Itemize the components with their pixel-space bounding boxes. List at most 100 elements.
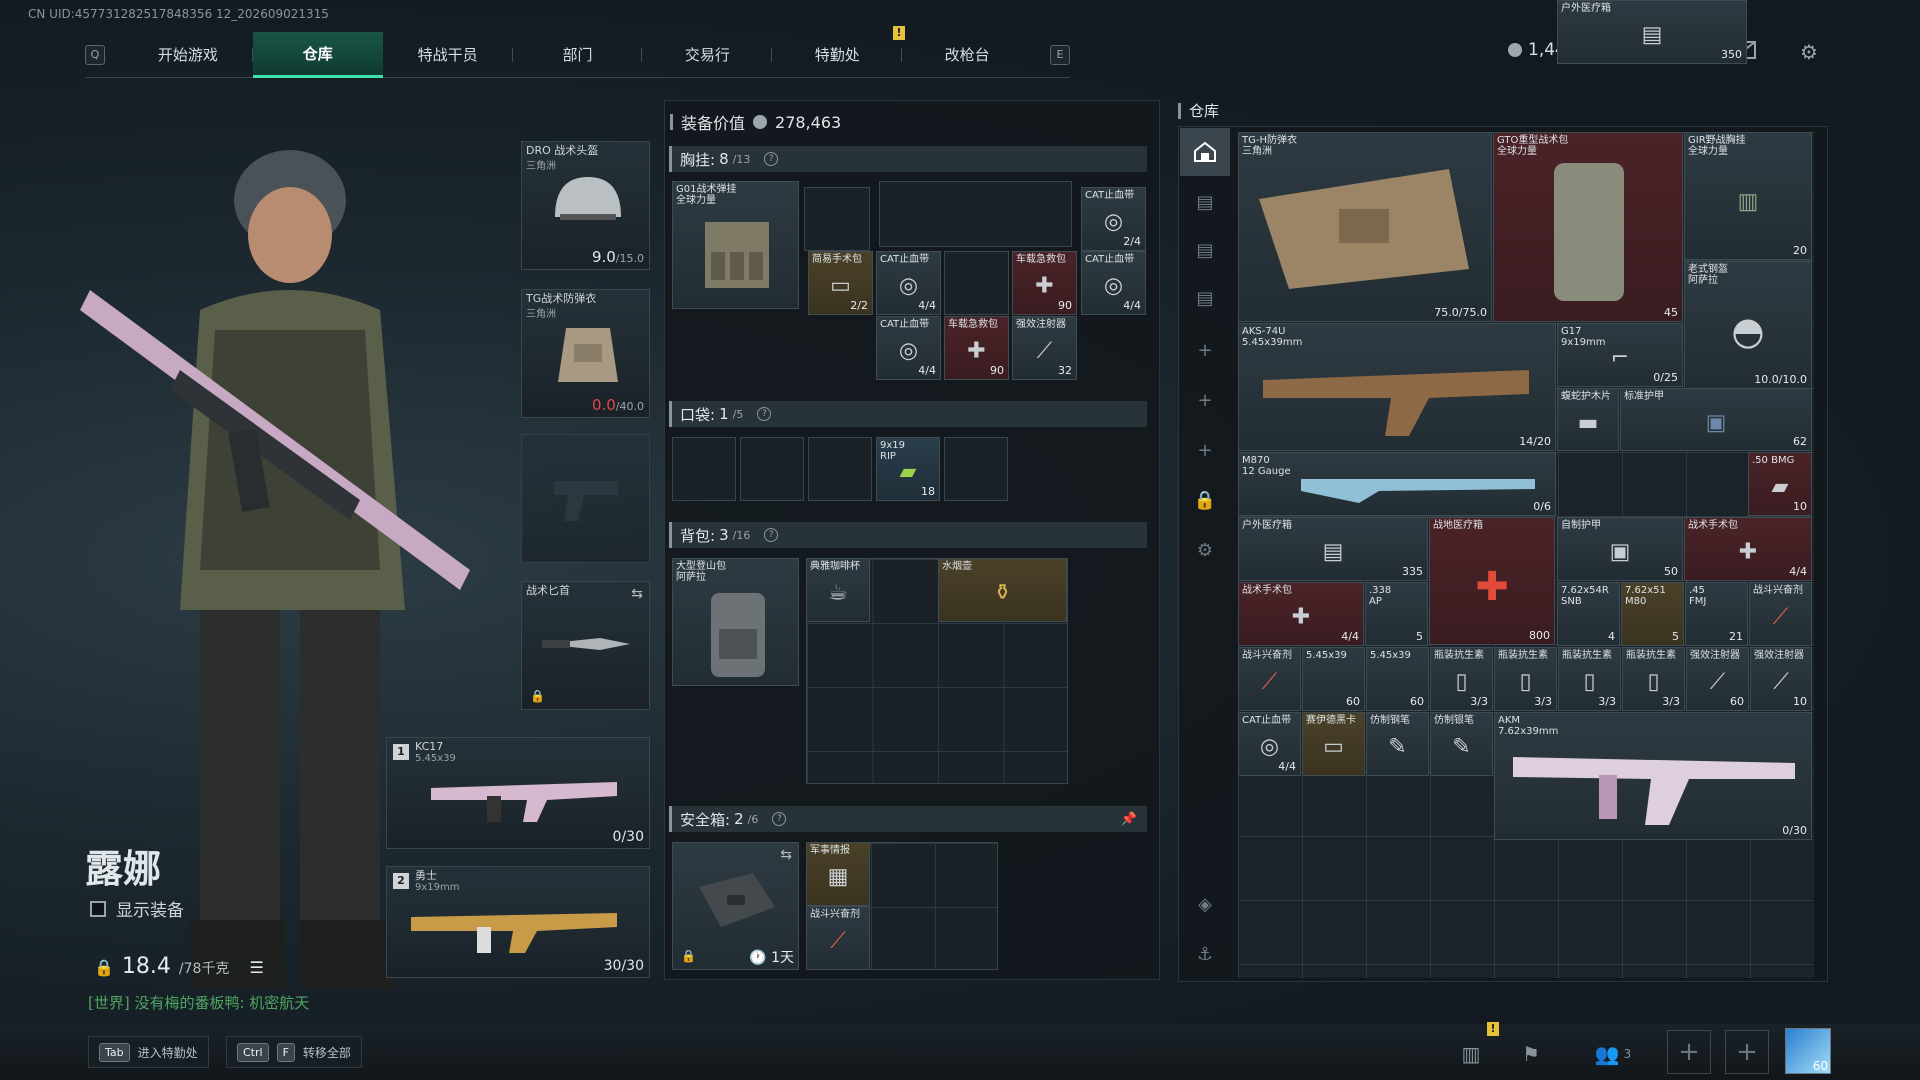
add-stash-tab-icon[interactable]: + [1180,376,1230,424]
player-avatar[interactable]: 60 [1785,1028,1831,1074]
secondary-weapon-slot[interactable]: 2 勇士 9x19mm 30/30 [386,866,650,978]
settings-gear-icon[interactable]: ⚙ [1796,40,1822,64]
help-icon[interactable]: ? [764,152,779,166]
stash-tab-2[interactable]: ▤ [1180,178,1230,226]
help-icon[interactable]: ? [757,407,772,421]
chest-rig-item[interactable]: G01战术弹挂 全球力量 [672,181,799,309]
stash-item[interactable]: 7.62x54R SNB 4 [1557,582,1620,646]
chest-item[interactable]: 车载急救包 ✚ 90 [944,316,1009,380]
stash-item[interactable]: .338 AP 5 [1365,582,1428,646]
layers-icon[interactable]: ◈ [1180,880,1230,928]
safebox-intel-item[interactable]: 军事情报 ▦ [806,842,870,906]
stash-item[interactable]: 瓶装抗生素 ▯ 3/3 [1494,647,1557,711]
lock-icon[interactable]: 🔒 [1180,476,1230,524]
stash-item[interactable]: .45 FMJ 21 [1685,582,1748,646]
stash-item[interactable]: CAT止血带 ◎ 4/4 [1238,712,1301,776]
pocket-slot[interactable] [672,437,736,501]
stash-item[interactable]: 标准护甲 ▣ 62 [1620,388,1812,451]
add-stash-tab-icon[interactable]: + [1180,326,1230,374]
stash-item[interactable]: M870 12 Gauge 0/6 [1238,452,1556,516]
chest-item[interactable]: CAT止血带 ◎ 4/4 [876,251,941,315]
stash-item[interactable]: 战术手术包 ✚ 4/4 [1684,517,1812,581]
add-stash-tab-icon[interactable]: + [1180,426,1230,474]
stash-settings-gear-icon[interactable]: ⚙ [1180,526,1230,574]
flag-icon[interactable]: ⚑ [1508,1034,1554,1074]
stats-chart-icon[interactable]: ▥ [1448,1034,1494,1074]
stash-item[interactable]: 瓶装抗生素 ▯ 3/3 [1558,647,1621,711]
stash-item[interactable]: 强效注射器 ⟋ 10 [1750,647,1812,711]
enter-special-service-hint[interactable]: Tab 进入特勤处 [88,1036,209,1068]
empty-slot-wide[interactable] [879,181,1072,247]
pocket-slot[interactable] [944,437,1008,501]
backpack-item[interactable]: 大型登山包 阿萨拉 [672,558,799,686]
sort-icon[interactable]: ⚓ [1180,930,1230,978]
chest-item[interactable]: 车载急救包 ✚ 90 [1012,251,1077,315]
help-icon[interactable]: ? [772,812,787,826]
swap-icon[interactable]: ⇆ [780,847,792,863]
backpack-pot-item[interactable]: 水烟壶 ⚱ [938,558,1067,622]
safebox-stim-item[interactable]: 战斗兴奋剂 ⟋ [806,906,870,970]
knife-slot[interactable]: 战术匕首 ⇆ 🔒 [521,581,650,710]
stash-item[interactable]: 战斗兴奋剂 ⟋ [1749,582,1812,646]
chest-item[interactable]: 简易手术包 ▭ 2/2 [808,251,873,315]
tab-department[interactable]: 部门 [513,32,643,78]
transfer-all-hint[interactable]: Ctrl F 转移全部 [226,1036,362,1068]
swap-icon[interactable]: ⇆ [631,586,643,602]
stash-item[interactable]: 瓶装抗生素 ▯ 3/3 [1622,647,1685,711]
stash-item[interactable]: 7.62x51 M80 5 [1621,582,1684,646]
stash-item[interactable]: 5.45x39 60 [1366,647,1429,711]
stash-item[interactable]: GTO重型战术包 全球力量 45 [1493,132,1683,322]
armor-slot[interactable]: TG战术防弹衣 三角洲 0.0/40.0 [521,289,650,418]
tab-operators[interactable]: 特战干员 [383,32,513,78]
stash-item[interactable]: 强效注射器 ⟋ 60 [1686,647,1749,711]
pocket-slot[interactable] [740,437,804,501]
invite-slot-button[interactable]: + [1725,1030,1769,1074]
show-equipment-toggle[interactable]: 显示装备 [90,896,184,921]
pocket-ammo-item[interactable]: 9x19 RIP ▰ 18 [876,437,940,501]
safebox-item[interactable]: ⇆ 🔒 🕐 1天 [672,842,799,970]
stash-item[interactable]: 老式钢盔 阿萨拉 ◓ 10.0/10.0 [1684,261,1812,389]
stash-item[interactable]: AKM 7.62x39mm 0/30 [1494,712,1812,840]
empty-slot[interactable] [804,187,870,251]
stash-item[interactable]: 户外医疗箱 ▤ 335 [1238,517,1428,581]
chest-item[interactable]: CAT止血带 ◎ 4/4 [876,316,941,380]
tab-start-game[interactable]: 开始游戏 [123,32,253,78]
chest-item[interactable]: CAT止血带 ◎ 4/4 [1081,251,1146,315]
tab-special-service[interactable]: 特勤处 [772,32,903,78]
stash-item[interactable]: GIR野战胸挂 全球力量 ▥ 20 [1684,132,1812,260]
help-icon[interactable]: ? [764,528,779,542]
stash-item[interactable]: G17 9x19mm ⌐ 0/25 [1557,323,1683,387]
stash-item[interactable]: 仿制钢笔 ✎ [1366,712,1429,776]
pocket-slot[interactable] [808,437,872,501]
stash-item[interactable]: 自制护甲 ▣ 50 [1557,517,1683,581]
tab-warehouse[interactable]: 仓库 [252,31,383,78]
backpack-cup-item[interactable]: 典雅咖啡杯 ☕ [806,558,870,622]
tab-gunsmith[interactable]: 改枪台 [902,32,1032,78]
show-equipment-checkbox[interactable] [90,900,106,917]
pin-icon[interactable]: 📌 [1121,812,1137,827]
stash-item[interactable]: 赛伊德黑卡 ▭ [1302,712,1365,776]
stash-item[interactable]: 仿制银笔 ✎ [1430,712,1493,776]
stash-item[interactable]: .50 BMG ▰ 10 [1748,452,1812,516]
tab-trade[interactable]: 交易行 [642,32,773,78]
stash-tab-4[interactable]: ▤ [1180,274,1230,322]
stash-item[interactable]: 5.45x39 60 [1302,647,1365,711]
stash-item[interactable]: 战术手术包 ✚ 4/4 [1238,582,1364,646]
helmet-slot[interactable]: DRO 战术头盔 三角洲 9.0/15.0 [521,141,650,270]
stash-item[interactable]: AKS-74U 5.45x39mm 14/20 [1238,323,1556,451]
chest-item[interactable]: 强效注射器 ⟋ 32 [1012,316,1077,380]
chest-item[interactable]: CAT止血带 ◎ 2/4 [1081,187,1146,251]
empty-slot[interactable] [944,251,1009,315]
world-chat-line[interactable]: [世界] 没有梅的番板鸭: 机密航天 [88,992,309,1013]
stash-item[interactable]: 战地医疗箱 ✚ 800 [1429,517,1555,645]
stash-item[interactable]: 蝮蛇护木片 ▬ [1557,388,1619,451]
stash-item[interactable]: 户外医疗箱 ▤ 350 [1557,0,1747,64]
team-members-icon[interactable]: 👥 3 [1578,1034,1648,1074]
primary-weapon-slot[interactable]: 1 KC17 5.45x39 0/30 [386,737,650,849]
stash-tab-main[interactable] [1180,128,1230,176]
e-key-hint[interactable]: E [1050,44,1070,65]
pistol-slot-empty[interactable] [521,434,650,563]
invite-slot-button[interactable]: + [1667,1030,1711,1074]
stash-item[interactable]: 战斗兴奋剂 ⟋ [1238,647,1301,711]
list-icon[interactable]: ☰ [249,958,263,977]
